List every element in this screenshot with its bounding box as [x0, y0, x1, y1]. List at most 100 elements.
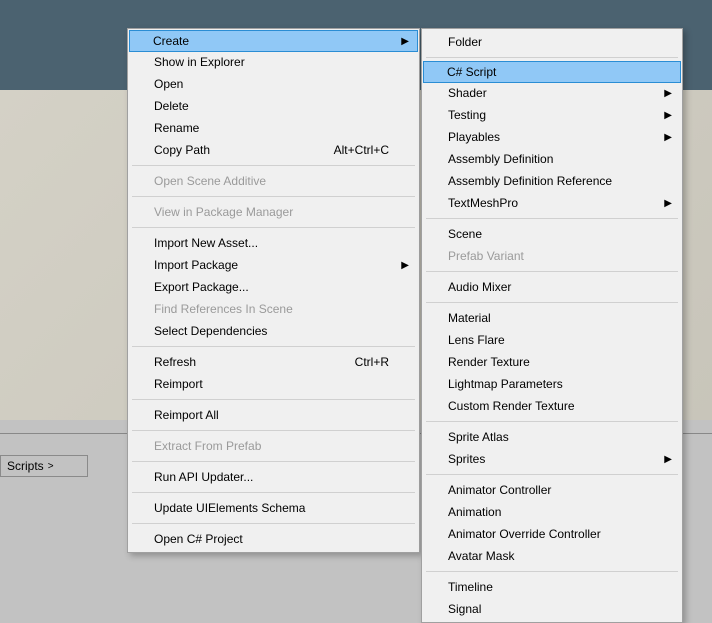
menu-item-label: Testing — [448, 108, 486, 122]
menu-item-update-uielements-schema[interactable]: Update UIElements Schema — [130, 497, 417, 519]
chevron-right-icon: ▶ — [664, 88, 672, 99]
chevron-right-icon: ▶ — [664, 110, 672, 121]
menu-item-label: Select Dependencies — [154, 324, 267, 338]
chevron-right-icon: ▶ — [664, 132, 672, 143]
menu-item-csharp-script[interactable]: C# Script — [423, 61, 681, 83]
menu-item-label: Reimport — [154, 377, 203, 391]
menu-item-label: Import New Asset... — [154, 236, 258, 250]
menu-item-label: Custom Render Texture — [448, 399, 575, 413]
menu-item-label: Assembly Definition Reference — [448, 174, 612, 188]
menu-item-animator-controller[interactable]: Animator Controller — [424, 479, 680, 501]
menu-separator — [426, 474, 678, 475]
menu-item-copy-path[interactable]: Copy Path Alt+Ctrl+C — [130, 139, 417, 161]
menu-item-delete[interactable]: Delete — [130, 95, 417, 117]
menu-item-open-csharp-project[interactable]: Open C# Project — [130, 528, 417, 550]
menu-item-create[interactable]: Create▶ — [129, 30, 418, 52]
menu-item-export-package[interactable]: Export Package... — [130, 276, 417, 298]
menu-item-label: Shader — [448, 86, 487, 100]
menu-item-animator-override-controller[interactable]: Animator Override Controller — [424, 523, 680, 545]
menu-separator — [426, 421, 678, 422]
context-menu-main: Create▶ Show in Explorer Open Delete Rename C… — [127, 28, 420, 553]
menu-separator — [426, 571, 678, 572]
menu-item-textmeshpro[interactable]: TextMeshPro ▶ — [424, 192, 680, 214]
menu-item-reimport[interactable]: Reimport — [130, 373, 417, 395]
menu-item-label: Export Package... — [154, 280, 249, 294]
menu-item-label: View in Package Manager — [154, 205, 293, 219]
menu-item-shortcut: Alt+Ctrl+C — [334, 143, 389, 157]
menu-item-select-dependencies[interactable]: Select Dependencies — [130, 320, 417, 342]
menu-item-label: Copy Path — [154, 143, 210, 157]
menu-item-import-package[interactable]: Import Package ▶ — [130, 254, 417, 276]
breadcrumb[interactable]: Scripts > — [0, 455, 88, 477]
menu-separator — [132, 430, 415, 431]
menu-item-lens-flare[interactable]: Lens Flare — [424, 329, 680, 351]
menu-item-label: Prefab Variant — [448, 249, 524, 263]
menu-separator — [132, 227, 415, 228]
menu-item-label: Avatar Mask — [448, 549, 514, 563]
menu-item-timeline[interactable]: Timeline — [424, 576, 680, 598]
menu-item-label: Open — [154, 77, 183, 91]
menu-item-audio-mixer[interactable]: Audio Mixer — [424, 276, 680, 298]
menu-item-label: Animator Controller — [448, 483, 551, 497]
menu-item-label: Import Package — [154, 258, 238, 272]
menu-item-label: Sprites — [448, 452, 485, 466]
menu-item-label: Rename — [154, 121, 199, 135]
menu-item-label: Folder — [448, 35, 482, 49]
menu-item-assembly-definition-reference[interactable]: Assembly Definition Reference — [424, 170, 680, 192]
menu-item-view-in-package-manager: View in Package Manager — [130, 201, 417, 223]
menu-item-assembly-definition[interactable]: Assembly Definition — [424, 148, 680, 170]
menu-item-label: Refresh — [154, 355, 196, 369]
menu-item-shortcut: Ctrl+R — [355, 355, 389, 369]
menu-item-prefab-variant: Prefab Variant — [424, 245, 680, 267]
menu-item-label: Lens Flare — [448, 333, 505, 347]
menu-item-import-new-asset[interactable]: Import New Asset... — [130, 232, 417, 254]
menu-item-open[interactable]: Open — [130, 73, 417, 95]
menu-item-label: Update UIElements Schema — [154, 501, 305, 515]
menu-item-label: Run API Updater... — [154, 470, 253, 484]
menu-separator — [426, 57, 678, 58]
menu-separator — [132, 196, 415, 197]
menu-item-label: Audio Mixer — [448, 280, 511, 294]
menu-separator — [132, 492, 415, 493]
menu-item-label: Sprite Atlas — [448, 430, 509, 444]
menu-item-folder[interactable]: Folder — [424, 31, 680, 53]
menu-item-lightmap-parameters[interactable]: Lightmap Parameters — [424, 373, 680, 395]
menu-separator — [132, 399, 415, 400]
menu-item-custom-render-texture[interactable]: Custom Render Texture — [424, 395, 680, 417]
menu-item-extract-from-prefab: Extract From Prefab — [130, 435, 417, 457]
menu-item-material[interactable]: Material — [424, 307, 680, 329]
menu-item-signal[interactable]: Signal — [424, 598, 680, 620]
menu-item-testing[interactable]: Testing ▶ — [424, 104, 680, 126]
menu-separator — [132, 165, 415, 166]
menu-item-label: Render Texture — [448, 355, 530, 369]
menu-item-label: Extract From Prefab — [154, 439, 261, 453]
context-menu-create: FolderC# ScriptShader▶Testing▶Playables▶… — [421, 28, 683, 623]
menu-item-avatar-mask[interactable]: Avatar Mask — [424, 545, 680, 567]
chevron-right-icon: > — [48, 461, 54, 472]
menu-item-show-in-explorer[interactable]: Show in Explorer — [130, 51, 417, 73]
menu-separator — [132, 461, 415, 462]
menu-item-label: Find References In Scene — [154, 302, 293, 316]
menu-item-run-api-updater[interactable]: Run API Updater... — [130, 466, 417, 488]
menu-item-playables[interactable]: Playables▶ — [424, 126, 680, 148]
menu-item-label: TextMeshPro — [448, 196, 518, 210]
menu-item-label: Assembly Definition — [448, 152, 553, 166]
menu-item-find-references-in-scene: Find References In Scene — [130, 298, 417, 320]
chevron-right-icon: ▶ — [664, 198, 672, 209]
menu-item-animation[interactable]: Animation — [424, 501, 680, 523]
menu-item-render-texture[interactable]: Render Texture — [424, 351, 680, 373]
menu-item-scene[interactable]: Scene — [424, 223, 680, 245]
menu-item-label: Timeline — [448, 580, 493, 594]
menu-item-sprites[interactable]: Sprites▶ — [424, 448, 680, 470]
menu-separator — [132, 346, 415, 347]
menu-item-label: Lightmap Parameters — [448, 377, 563, 391]
chevron-right-icon: ▶ — [401, 260, 409, 271]
menu-item-sprite-atlas[interactable]: Sprite Atlas — [424, 426, 680, 448]
menu-item-reimport-all[interactable]: Reimport All — [130, 404, 417, 426]
menu-item-rename[interactable]: Rename — [130, 117, 417, 139]
menu-item-label: Show in Explorer — [154, 55, 245, 69]
menu-item-shader[interactable]: Shader ▶ — [424, 82, 680, 104]
menu-item-refresh[interactable]: Refresh Ctrl+R — [130, 351, 417, 373]
menu-item-label: Open Scene Additive — [154, 174, 266, 188]
menu-item-open-scene-additive: Open Scene Additive — [130, 170, 417, 192]
